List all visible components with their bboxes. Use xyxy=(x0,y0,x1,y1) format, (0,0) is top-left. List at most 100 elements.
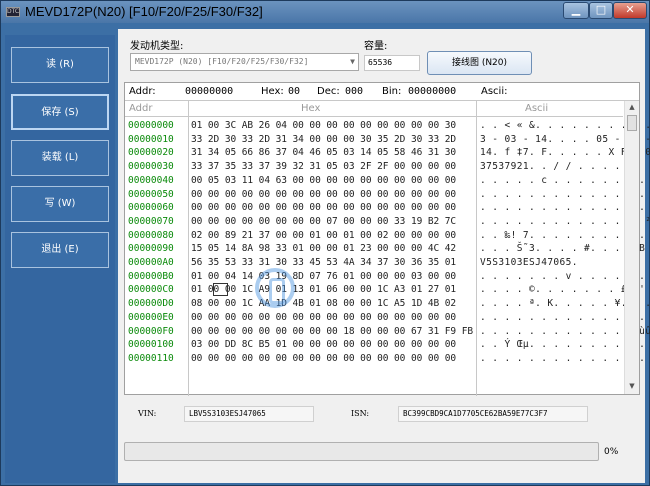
engine-type-value: MEVD172P (N20) [F10/F20/F25/F30/F32] xyxy=(135,57,309,66)
row-hex-bytes[interactable]: 02 00 89 21 37 00 00 01 00 01 00 02 00 0… xyxy=(191,229,456,242)
bin-value: 00000000 xyxy=(408,86,457,97)
hex-value: 00 xyxy=(288,86,301,97)
read-button[interactable]: 读 (R) xyxy=(11,47,109,83)
row-address: 00000020 xyxy=(128,147,174,159)
row-address: 00000100 xyxy=(128,339,174,351)
row-hex-bytes[interactable]: 33 2D 30 33 2D 31 34 00 00 00 30 35 2D 3… xyxy=(191,133,456,146)
row-address: 00000050 xyxy=(128,188,174,200)
wiring-diagram-button[interactable]: 接线图 (N20) xyxy=(427,51,532,75)
row-address: 000000F0 xyxy=(128,325,174,337)
row-hex-bytes[interactable]: 56 35 53 33 31 30 33 45 53 4A 34 37 30 3… xyxy=(191,256,456,269)
close-button[interactable]: ✕ xyxy=(613,2,647,19)
row-hex-bytes[interactable]: 01 00 04 14 03 19 8D 07 76 01 00 00 00 0… xyxy=(191,270,456,283)
row-hex-bytes[interactable]: 00 00 00 00 00 00 00 00 00 00 00 00 00 0… xyxy=(191,188,456,201)
row-address: 000000B0 xyxy=(128,270,174,282)
ascii-label: Ascii: xyxy=(481,86,508,97)
progress-bar xyxy=(124,442,599,461)
sidebar: 读 (R) 保存 (S) 装载 (L) 写 (W) 退出 (E) xyxy=(5,35,115,483)
hex-editor[interactable]: Addr: 00000000 Hex: 00 Dec: 000 Bin: 000… xyxy=(124,82,650,396)
hex-label: Hex: xyxy=(261,86,284,97)
row-address: 000000C0 xyxy=(128,284,174,296)
hex-row[interactable]: 00000060 00 00 00 00 00 00 00 00 00 00 00… xyxy=(125,201,645,214)
row-address: 00000030 xyxy=(128,161,174,173)
col-hex-header: Hex xyxy=(301,103,321,114)
row-ascii[interactable]: 37537921. . / / . . . . xyxy=(480,160,621,173)
col-ascii-header: Ascii xyxy=(525,103,549,114)
hex-row[interactable]: 00000010 33 2D 30 33 2D 31 34 00 00 00 30… xyxy=(125,133,650,146)
isn-label: ISN: xyxy=(351,409,370,418)
addr-label: Addr: xyxy=(129,86,156,97)
row-hex-bytes[interactable]: 00 00 00 00 00 00 00 00 00 00 00 00 00 0… xyxy=(191,201,456,214)
hex-row[interactable]: 000000F0 00 00 00 00 00 00 00 00 00 18 00… xyxy=(125,325,650,338)
selection-cursor xyxy=(213,283,228,297)
row-address: 00000080 xyxy=(128,229,174,241)
row-address: 000000D0 xyxy=(128,298,174,310)
hex-row[interactable]: 00000100 03 00 DD 8C B5 01 00 00 00 00 00… xyxy=(125,338,645,351)
main-panel: 发动机类型: MEVD172P (N20) [F10/F20/F25/F30/F… xyxy=(118,29,650,483)
row-address: 00000070 xyxy=(128,215,174,227)
row-hex-bytes[interactable]: 31 34 05 66 86 37 04 46 05 03 14 05 58 4… xyxy=(191,146,456,159)
maximize-button[interactable]: □ xyxy=(589,2,613,19)
row-hex-bytes[interactable]: 00 05 03 11 04 63 00 00 00 00 00 00 00 0… xyxy=(191,174,456,187)
dec-label: Dec: xyxy=(317,86,340,97)
col-addr-header: Addr xyxy=(129,103,153,114)
row-hex-bytes[interactable]: 08 00 00 1C AA 1D 4B 01 08 00 00 1C A5 1… xyxy=(191,297,456,310)
watermark-logo xyxy=(255,268,295,308)
row-hex-bytes[interactable]: 00 00 00 00 00 00 00 00 00 00 00 00 00 0… xyxy=(191,311,456,324)
row-hex-bytes[interactable]: 00 00 00 00 00 00 00 00 00 00 00 00 00 0… xyxy=(191,352,456,365)
engine-type-label: 发动机类型: xyxy=(130,41,184,52)
row-ascii[interactable]: V5S3103ESJ47065. xyxy=(480,256,578,269)
row-address: 00000000 xyxy=(128,120,174,131)
hex-row[interactable]: 00000030 33 37 35 33 37 39 32 31 05 03 2F… xyxy=(125,160,623,173)
hex-row[interactable]: 00000050 00 00 00 00 00 00 00 00 00 00 00… xyxy=(125,188,645,201)
dec-value: 000 xyxy=(345,86,364,97)
app-icon: DTC xyxy=(6,7,20,17)
scroll-down-icon[interactable]: ▼ xyxy=(625,382,639,392)
row-address: 00000110 xyxy=(128,352,174,364)
engine-type-select[interactable]: MEVD172P (N20) [F10/F20/F25/F30/F32] ▼ xyxy=(130,53,359,71)
row-hex-bytes[interactable]: 15 05 14 8A 98 33 01 00 00 01 23 00 00 0… xyxy=(191,242,456,255)
progress-percent: 0% xyxy=(604,447,619,457)
title-bar[interactable]: DTC MEVD172P(N20) [F10/F20/F25/F30/F32] … xyxy=(1,1,649,23)
hex-row[interactable]: 00000020 31 34 05 66 86 37 04 46 05 03 14… xyxy=(125,146,650,159)
hex-row[interactable]: 00000110 00 00 00 00 00 00 00 00 00 00 00… xyxy=(125,352,645,365)
hex-row[interactable]: 00000000 01 00 3C AB 26 04 00 00 00 00 00… xyxy=(125,119,650,132)
hex-row[interactable]: 000000B0 01 00 04 14 03 19 8D 07 76 01 00… xyxy=(125,270,645,283)
row-address: 00000090 xyxy=(128,243,174,255)
hex-row[interactable]: 000000C0 01 00 00 1C A9 01 13 01 06 00 00… xyxy=(125,283,645,297)
isn-field: BC399CBD9CA1D7705CE62BA59E77C3F7 xyxy=(398,406,588,422)
row-ascii[interactable]: . . . Š˜3. . . . #. . . L B xyxy=(480,242,645,255)
hex-row[interactable]: 00000090 15 05 14 8A 98 33 01 00 00 01 23… xyxy=(125,242,645,255)
row-hex-bytes[interactable]: 03 00 DD 8C B5 01 00 00 00 00 00 00 00 0… xyxy=(191,338,456,351)
addr-value: 00000000 xyxy=(185,86,234,97)
capacity-field: 65536 xyxy=(364,55,420,71)
hex-info-bar: Addr: 00000000 Hex: 00 Dec: 000 Bin: 000… xyxy=(125,83,639,101)
hex-column-header: Addr Hex Ascii xyxy=(125,101,623,117)
capacity-label: 容量: xyxy=(364,41,388,52)
row-hex-bytes[interactable]: 00 00 00 00 00 00 00 00 07 00 00 00 33 1… xyxy=(191,215,456,228)
hex-row[interactable]: 00000070 00 00 00 00 00 00 00 00 07 00 00… xyxy=(125,215,650,228)
window-title: MEVD172P(N20) [F10/F20/F25/F30/F32] xyxy=(25,4,263,19)
vin-label: VIN: xyxy=(138,409,157,418)
scroll-thumb[interactable] xyxy=(627,115,637,131)
write-button[interactable]: 写 (W) xyxy=(11,186,109,222)
row-address: 000000E0 xyxy=(128,311,174,323)
hex-row[interactable]: 000000A0 56 35 53 33 31 30 33 45 53 4A 34… xyxy=(125,256,623,269)
minimize-button[interactable]: ▁ xyxy=(563,2,589,19)
chevron-down-icon[interactable]: ▼ xyxy=(350,54,355,70)
vertical-scrollbar[interactable]: ▲ ▼ xyxy=(624,101,639,394)
row-hex-bytes[interactable]: 01 00 00 1C A9 01 13 01 06 00 00 1C A3 0… xyxy=(191,283,456,296)
hex-row[interactable]: 00000080 02 00 89 21 37 00 00 01 00 01 00… xyxy=(125,229,645,242)
row-address: 000000A0 xyxy=(128,257,174,268)
save-button[interactable]: 保存 (S) xyxy=(11,94,109,130)
row-hex-bytes[interactable]: 33 37 35 33 37 39 32 31 05 03 2F 2F 00 0… xyxy=(191,160,456,173)
hex-row[interactable]: 00000040 00 05 03 11 04 63 00 00 00 00 00… xyxy=(125,174,645,187)
exit-button[interactable]: 退出 (E) xyxy=(11,232,109,268)
row-hex-bytes[interactable]: 01 00 3C AB 26 04 00 00 00 00 00 00 00 0… xyxy=(191,119,456,132)
scroll-up-icon[interactable]: ▲ xyxy=(625,103,639,113)
hex-row[interactable]: 000000D0 08 00 00 1C AA 1D 4B 01 08 00 00… xyxy=(125,297,650,310)
load-button[interactable]: 装载 (L) xyxy=(11,140,109,176)
hex-row[interactable]: 000000E0 00 00 00 00 00 00 00 00 00 00 00… xyxy=(125,311,645,324)
main-window: DTC MEVD172P(N20) [F10/F20/F25/F30/F32] … xyxy=(0,0,650,486)
row-hex-bytes[interactable]: 00 00 00 00 00 00 00 00 00 18 00 00 00 6… xyxy=(191,325,473,338)
